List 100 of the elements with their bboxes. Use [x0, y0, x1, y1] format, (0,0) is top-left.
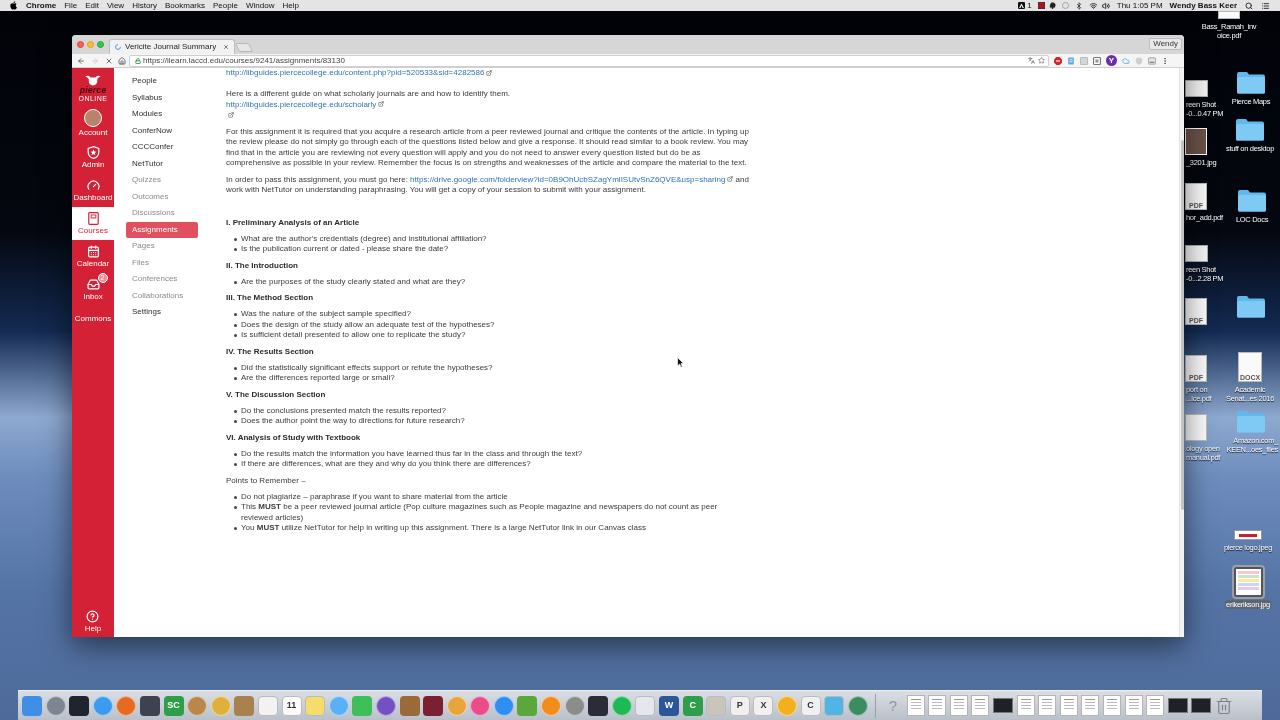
document-thumbnail-icon[interactable]: [1059, 695, 1078, 716]
document-thumbnail-icon[interactable]: [971, 695, 990, 716]
letter-tile-icon[interactable]: W: [659, 695, 680, 716]
external-link-icon[interactable]: [228, 112, 234, 119]
external-link-icon[interactable]: [378, 101, 385, 108]
menu-item[interactable]: Chrome: [26, 0, 57, 11]
user-name[interactable]: Wendy Bass Keer: [1169, 0, 1237, 11]
document-thumbnail-icon[interactable]: [1146, 695, 1165, 716]
file-icon[interactable]: [1185, 414, 1207, 441]
profile-button[interactable]: Wendy: [1149, 38, 1182, 50]
window-thumbnail-icon[interactable]: [992, 698, 1013, 713]
window-thumbnail-icon[interactable]: [1167, 698, 1188, 713]
wifi-icon[interactable]: [1088, 1, 1098, 10]
nav-item[interactable]: Admin: [72, 141, 114, 174]
menu-item[interactable]: People: [213, 0, 238, 11]
bluetooth-icon[interactable]: [1074, 1, 1083, 10]
square-icon[interactable]: [1037, 2, 1045, 9]
browser-tab[interactable]: Vericite Journal Summary: [109, 39, 235, 54]
blob-icon[interactable]: [1048, 2, 1056, 9]
tray-icon[interactable]: [1148, 56, 1156, 65]
document-thumbnail-icon[interactable]: [1102, 695, 1121, 716]
letter-tile-icon[interactable]: 11: [281, 695, 302, 716]
menu-item[interactable]: Help: [282, 0, 299, 11]
window-thumbnail-icon[interactable]: [1191, 698, 1212, 713]
letter-tile-icon[interactable]: C: [800, 695, 821, 716]
folder-icon[interactable]: [1236, 71, 1266, 94]
app-tile-icon[interactable]: [22, 695, 42, 716]
external-link-icon[interactable]: [486, 69, 493, 76]
document-thumbnail-icon[interactable]: [1124, 695, 1143, 716]
nav-link[interactable]: CCCConfer: [126, 139, 198, 156]
document-thumbnail-icon[interactable]: [1081, 695, 1100, 716]
back-icon[interactable]: [77, 56, 85, 65]
app-tile-icon[interactable]: [234, 695, 255, 716]
photo-placeholder[interactable]: [1185, 128, 1207, 155]
folder-icon[interactable]: [1237, 189, 1267, 212]
nav-item[interactable]: Courses: [72, 207, 114, 240]
app-tile-icon[interactable]: [706, 695, 727, 716]
folder-icon[interactable]: [1236, 295, 1266, 318]
nav-link[interactable]: Assignments: [126, 221, 198, 238]
document-thumbnail-icon[interactable]: [1038, 695, 1057, 716]
external-link-icon[interactable]: [727, 176, 734, 183]
close-window-button[interactable]: [77, 41, 84, 48]
menu-item[interactable]: File: [64, 0, 78, 11]
nav-item[interactable]: Help: [84, 610, 102, 633]
app-tile-icon[interactable]: [588, 695, 609, 716]
scrollbar-thumb[interactable]: [1180, 140, 1184, 510]
menu-item[interactable]: Window: [245, 0, 275, 11]
app-tile-icon[interactable]: [824, 695, 845, 716]
close-icon[interactable]: [223, 44, 229, 50]
link[interactable]: https://drive.google.com/folderview?id=0B9OhUcbSZagYmlISUtvSnZ6QVE&usp=sharing: [410, 174, 726, 184]
document-thumbnail-icon[interactable]: [928, 695, 947, 716]
image-thumbnail-icon[interactable]: [1233, 567, 1263, 597]
app-tile-icon[interactable]: [352, 695, 373, 716]
image-thumbnail-icon[interactable]: [1234, 530, 1262, 540]
speaker-icon[interactable]: [1101, 1, 1110, 10]
app-tile-icon[interactable]: [257, 695, 278, 716]
app-tile-icon[interactable]: [423, 695, 444, 716]
menu-item[interactable]: View: [106, 0, 125, 11]
menu-item[interactable]: History: [132, 0, 157, 11]
app-tile-icon[interactable]: [517, 695, 538, 716]
home-icon[interactable]: [118, 56, 126, 65]
more-icon[interactable]: [1161, 56, 1169, 65]
file-icon[interactable]: [1218, 11, 1240, 19]
new-tab-button[interactable]: [234, 43, 254, 52]
minimize-window-button[interactable]: [87, 41, 94, 48]
nav-link[interactable]: Syllabus: [126, 89, 198, 106]
zoom-window-button[interactable]: [97, 41, 104, 48]
bull-icon[interactable]: [84, 74, 102, 86]
scrollbar[interactable]: [1179, 68, 1184, 637]
apple-icon[interactable]: [10, 1, 17, 10]
nav-item[interactable]: Account: [72, 105, 114, 141]
nav-link[interactable]: Modules: [126, 106, 198, 123]
nav-item[interactable]: Dashboard: [72, 174, 114, 207]
cloud-icon[interactable]: [1122, 56, 1130, 65]
translate-icon[interactable]: [1028, 57, 1035, 64]
letter-tile-icon[interactable]: X: [753, 695, 774, 716]
document-icon[interactable]: [1067, 56, 1075, 65]
folder-icon[interactable]: [1235, 118, 1265, 141]
triangle-mark-icon[interactable]: [1018, 2, 1026, 9]
screenshot-thumbnail-icon[interactable]: [1185, 245, 1208, 262]
address-bar[interactable]: https://ilearn.laccd.edu/courses/9241/assignments/83130: [129, 54, 1049, 67]
nav-item[interactable]: Calendar: [72, 240, 114, 273]
search-icon[interactable]: [1245, 1, 1253, 10]
circle-icon[interactable]: [1061, 2, 1069, 9]
document-thumbnail-icon[interactable]: [906, 695, 925, 716]
stop-sign-icon[interactable]: [1054, 56, 1062, 65]
nav-link[interactable]: People: [126, 73, 198, 90]
app-tile-icon[interactable]: [305, 695, 326, 716]
app-tile-icon[interactable]: [69, 695, 90, 716]
menu-item[interactable]: Bookmarks: [165, 0, 206, 11]
app-tile-icon[interactable]: [139, 695, 160, 716]
nav-item[interactable]: Commons: [72, 306, 114, 332]
nav-link[interactable]: Settings: [126, 304, 198, 321]
shield-icon[interactable]: [1135, 56, 1143, 65]
nav-link[interactable]: ConferNow: [126, 122, 198, 139]
document-thumbnail-icon[interactable]: [949, 695, 968, 716]
clock-text[interactable]: Thu 1:05 PM: [1116, 0, 1163, 11]
letter-tile-icon[interactable]: P: [729, 695, 750, 716]
app-tile-icon[interactable]: [635, 695, 656, 716]
document-thumbnail-icon[interactable]: [1016, 695, 1035, 716]
